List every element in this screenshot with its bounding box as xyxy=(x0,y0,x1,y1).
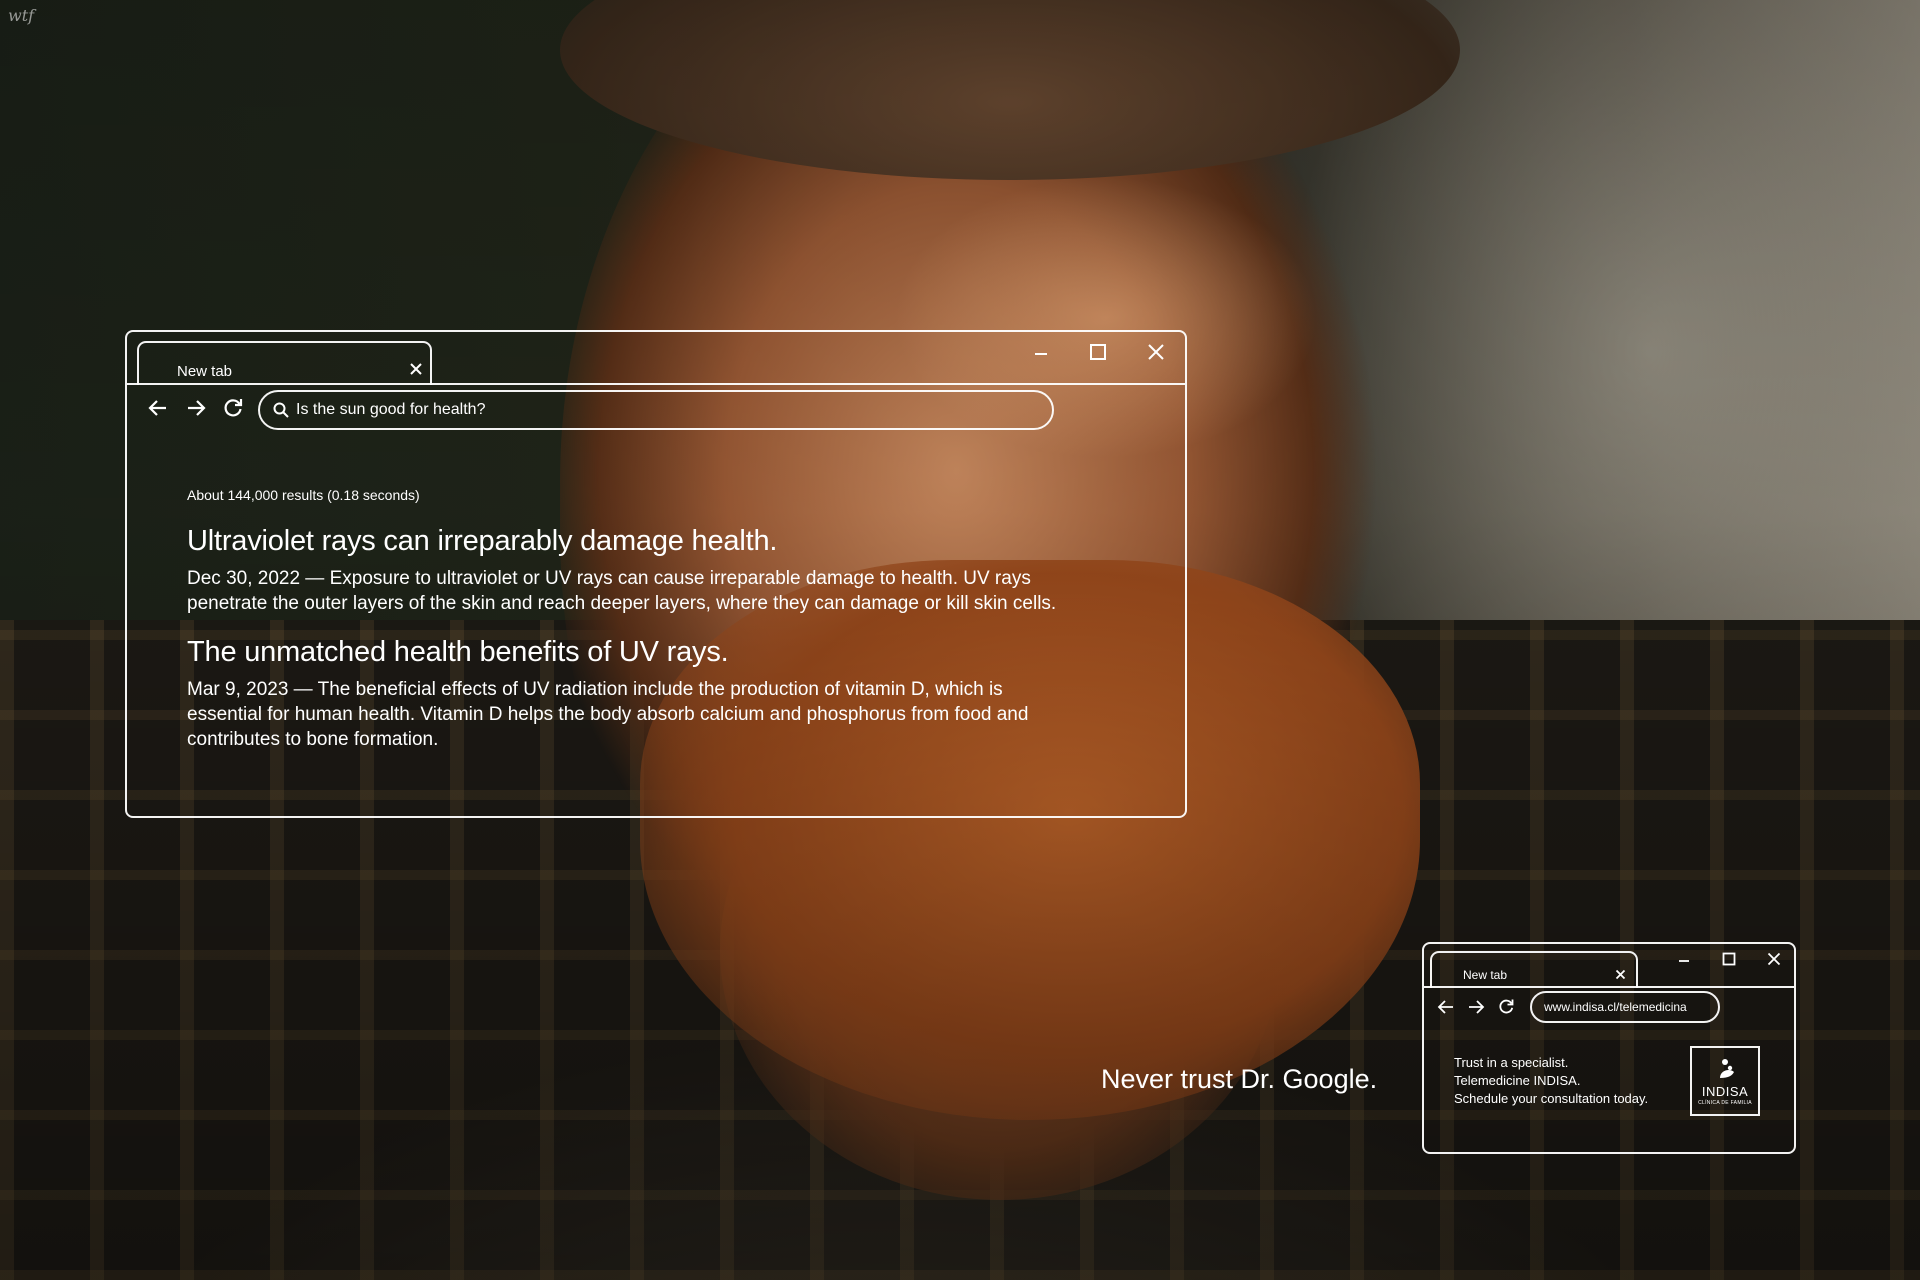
indisa-logo[interactable]: INDISA CLÍNICA DE FAMILIA xyxy=(1690,1046,1760,1116)
search-input[interactable]: Is the sun good for health? xyxy=(258,390,1054,430)
snippet-line: Dec 30, 2022 — Exposure to ultraviolet o… xyxy=(187,568,1031,589)
minimize-icon[interactable] xyxy=(1033,346,1049,367)
promo-text: Trust in a specialist. Telemedicine INDI… xyxy=(1454,1054,1648,1108)
small-browser-window: New tab www.indisa.cl/telemedicina Trust… xyxy=(1422,942,1796,1154)
url-text: www.indisa.cl/telemedicina xyxy=(1544,1000,1687,1014)
brand-name: INDISA xyxy=(1701,1084,1749,1099)
tagline: Never trust Dr. Google. xyxy=(1101,1064,1378,1094)
result-title[interactable]: The unmatched health benefits of UV rays… xyxy=(187,636,1147,669)
snippet-line: penetrate the outer layers of the skin a… xyxy=(187,593,1057,614)
corner-logo: wtf xyxy=(8,6,35,25)
maximize-icon[interactable] xyxy=(1089,343,1107,366)
tab-title: New tab xyxy=(1463,968,1508,982)
promo-line: Trust in a specialist. xyxy=(1454,1055,1569,1070)
family-icon xyxy=(1718,1058,1736,1085)
brand-subtitle: CLÍNICA DE FAMILIA xyxy=(1698,1100,1752,1106)
url-bar[interactable]: www.indisa.cl/telemedicina xyxy=(1530,991,1720,1023)
snippet-line: essential for human health. Vitamin D he… xyxy=(187,704,1029,725)
search-icon xyxy=(272,401,290,424)
promo-line: Telemedicine INDISA. xyxy=(1454,1073,1581,1088)
results-stats: About 144,000 results (0.18 seconds) xyxy=(187,487,420,503)
close-icon[interactable] xyxy=(1767,952,1781,971)
close-icon[interactable] xyxy=(409,362,423,381)
reload-icon[interactable] xyxy=(222,396,244,423)
tab-title: New tab xyxy=(177,363,233,380)
arrow-right-icon[interactable] xyxy=(185,397,207,424)
main-browser-window: New tab Is the sun good for health? Abou… xyxy=(125,330,1187,818)
arrow-left-icon[interactable] xyxy=(147,397,169,424)
snippet-line: contributes to bone formation. xyxy=(187,729,439,750)
search-results: About 144,000 results (0.18 seconds) Ult… xyxy=(187,487,1147,772)
arrow-right-icon[interactable] xyxy=(1467,998,1485,1021)
close-icon[interactable] xyxy=(1147,343,1165,366)
tab-new-tab[interactable]: New tab xyxy=(137,341,432,385)
tab-new-tab[interactable]: New tab xyxy=(1430,951,1638,988)
result-title[interactable]: Ultraviolet rays can irreparably damage … xyxy=(187,525,1147,558)
reload-icon[interactable] xyxy=(1497,997,1515,1020)
result-snippet: Mar 9, 2023 — The beneficial effects of … xyxy=(187,677,1147,752)
arrow-left-icon[interactable] xyxy=(1437,998,1455,1021)
close-icon[interactable] xyxy=(1615,967,1626,985)
maximize-icon[interactable] xyxy=(1722,952,1736,971)
minimize-icon[interactable] xyxy=(1678,954,1690,972)
tab-join xyxy=(139,381,430,387)
search-query: Is the sun good for health? xyxy=(296,401,486,418)
promo-line: Schedule your consultation today. xyxy=(1454,1091,1649,1106)
result-snippet: Dec 30, 2022 — Exposure to ultraviolet o… xyxy=(187,566,1147,616)
snippet-line: Mar 9, 2023 — The beneficial effects of … xyxy=(187,679,1003,700)
